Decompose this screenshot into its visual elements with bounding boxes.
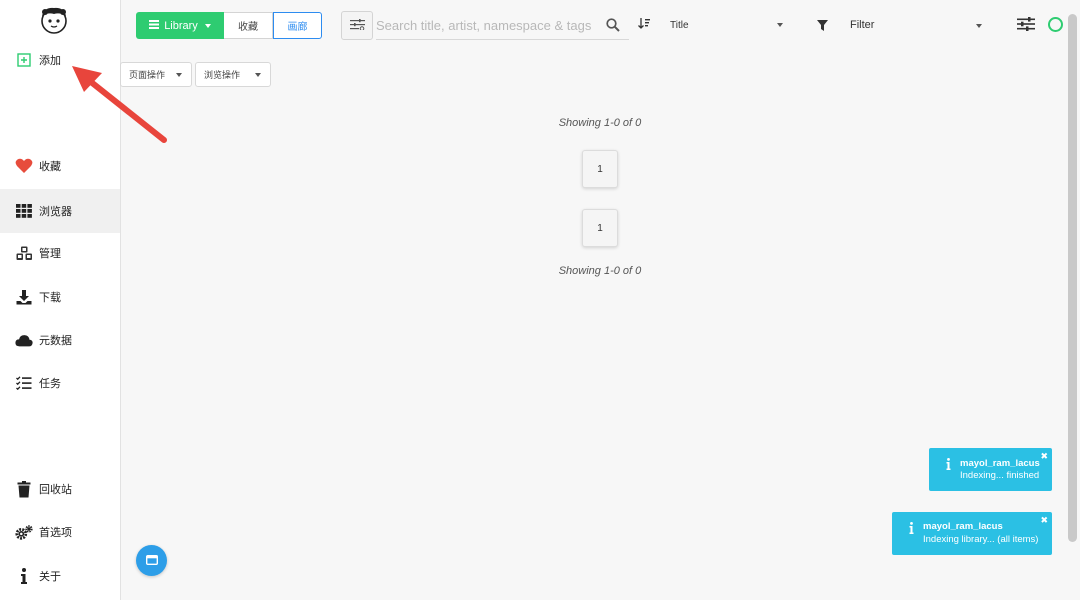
filter-select-placeholder: Filter <box>850 19 875 31</box>
notification-toast[interactable]: mayol_ram_lacus Indexing... finished ✖ <box>929 448 1052 491</box>
sort-select-value: Title <box>670 19 689 31</box>
toast-message: Indexing... finished <box>960 470 1040 481</box>
search-bar <box>376 12 629 40</box>
app-logo-icon[interactable] <box>38 4 70 36</box>
library-label: Library <box>164 19 198 32</box>
heart-icon <box>15 157 33 175</box>
sidebar-item-label: 下载 <box>39 292 61 304</box>
chevron-down-icon <box>777 23 783 27</box>
info-icon <box>15 567 33 585</box>
pagination-page-button[interactable]: 1 <box>582 209 618 247</box>
cogs-icon <box>15 523 33 541</box>
chevron-down-icon <box>976 24 982 28</box>
view-actions-label: 浏览操作 <box>204 70 241 80</box>
sidebar-item-favorites[interactable]: 收藏 <box>0 144 120 188</box>
sort-order-icon[interactable] <box>638 17 650 35</box>
cubes-icon <box>15 244 33 262</box>
info-icon <box>946 458 951 472</box>
trash-icon <box>15 480 33 498</box>
plus-square-icon <box>15 51 33 69</box>
search-icon[interactable] <box>606 18 620 37</box>
task-list-icon <box>15 374 33 392</box>
pagination-page-number: 1 <box>597 222 603 234</box>
pagination-page-button[interactable]: 1 <box>582 150 618 188</box>
notification-toast[interactable]: mayol_ram_lacus Indexing library... (all… <box>892 512 1052 555</box>
scrollbar[interactable] <box>1068 14 1077 542</box>
gallery-toggle-button[interactable]: 画廊 <box>273 12 322 39</box>
sidebar-item-label: 浏览器 <box>39 206 72 218</box>
sidebar-item-preferences[interactable]: 首选项 <box>0 510 120 554</box>
chevron-down-icon <box>255 73 261 77</box>
sidebar-item-label: 回收站 <box>39 484 72 496</box>
download-icon <box>15 288 33 306</box>
filter-funnel-icon <box>817 18 828 36</box>
sidebar-item-label: 元数据 <box>39 335 72 347</box>
close-icon[interactable]: ✖ <box>1040 452 1048 461</box>
sidebar-item-label: 收藏 <box>39 161 61 173</box>
chevron-down-icon <box>176 73 182 77</box>
sidebar-item-label: 关于 <box>39 571 61 583</box>
favorites-toggle-label: 收藏 <box>238 22 258 33</box>
sidebar-item-download[interactable]: 下载 <box>0 275 120 319</box>
filter-select[interactable]: Filter <box>846 12 984 38</box>
annotation-arrow-icon <box>72 66 167 143</box>
cloud-icon <box>15 331 33 349</box>
sidebar-item-about[interactable]: 关于 <box>0 554 120 598</box>
toast-title: mayol_ram_lacus <box>923 521 1003 532</box>
window-icon <box>145 552 158 570</box>
sidebar-item-label: 任务 <box>39 378 61 390</box>
view-actions-dropdown[interactable]: 浏览操作 <box>195 62 271 87</box>
sliders-icon <box>349 17 365 35</box>
sort-select[interactable]: Title <box>664 12 787 38</box>
sidebar-item-label: 首选项 <box>39 527 72 539</box>
sidebar-item-browser[interactable]: 浏览器 <box>0 189 120 233</box>
favorites-toggle-button[interactable]: 收藏 <box>224 12 273 39</box>
gallery-toggle-label: 画廊 <box>287 22 308 33</box>
toast-message: Indexing library... (all items) <box>923 534 1039 545</box>
sidebar-item-label: 管理 <box>39 248 61 260</box>
grid-icon <box>15 202 33 220</box>
search-input[interactable] <box>376 12 598 38</box>
library-icon <box>149 19 160 32</box>
sidebar-item-trash[interactable]: 回收站 <box>0 467 120 511</box>
info-icon <box>909 522 914 536</box>
pagination-page-number: 1 <box>597 163 603 175</box>
close-icon[interactable]: ✖ <box>1040 516 1048 525</box>
advanced-filter-button[interactable] <box>341 11 373 40</box>
sidebar-item-metadata[interactable]: 元数据 <box>0 318 120 362</box>
floating-window-button[interactable] <box>136 545 167 576</box>
results-count-bottom: Showing 1-0 of 0 <box>558 265 642 277</box>
loading-spinner-icon <box>1048 17 1063 32</box>
library-dropdown-button[interactable]: Library <box>136 12 224 39</box>
chevron-down-icon <box>204 23 211 28</box>
toast-title: mayol_ram_lacus <box>960 458 1040 469</box>
view-settings-icon[interactable] <box>1017 17 1035 36</box>
sidebar-item-tasks[interactable]: 任务 <box>0 361 120 405</box>
sidebar-item-label: 添加 <box>39 55 61 67</box>
